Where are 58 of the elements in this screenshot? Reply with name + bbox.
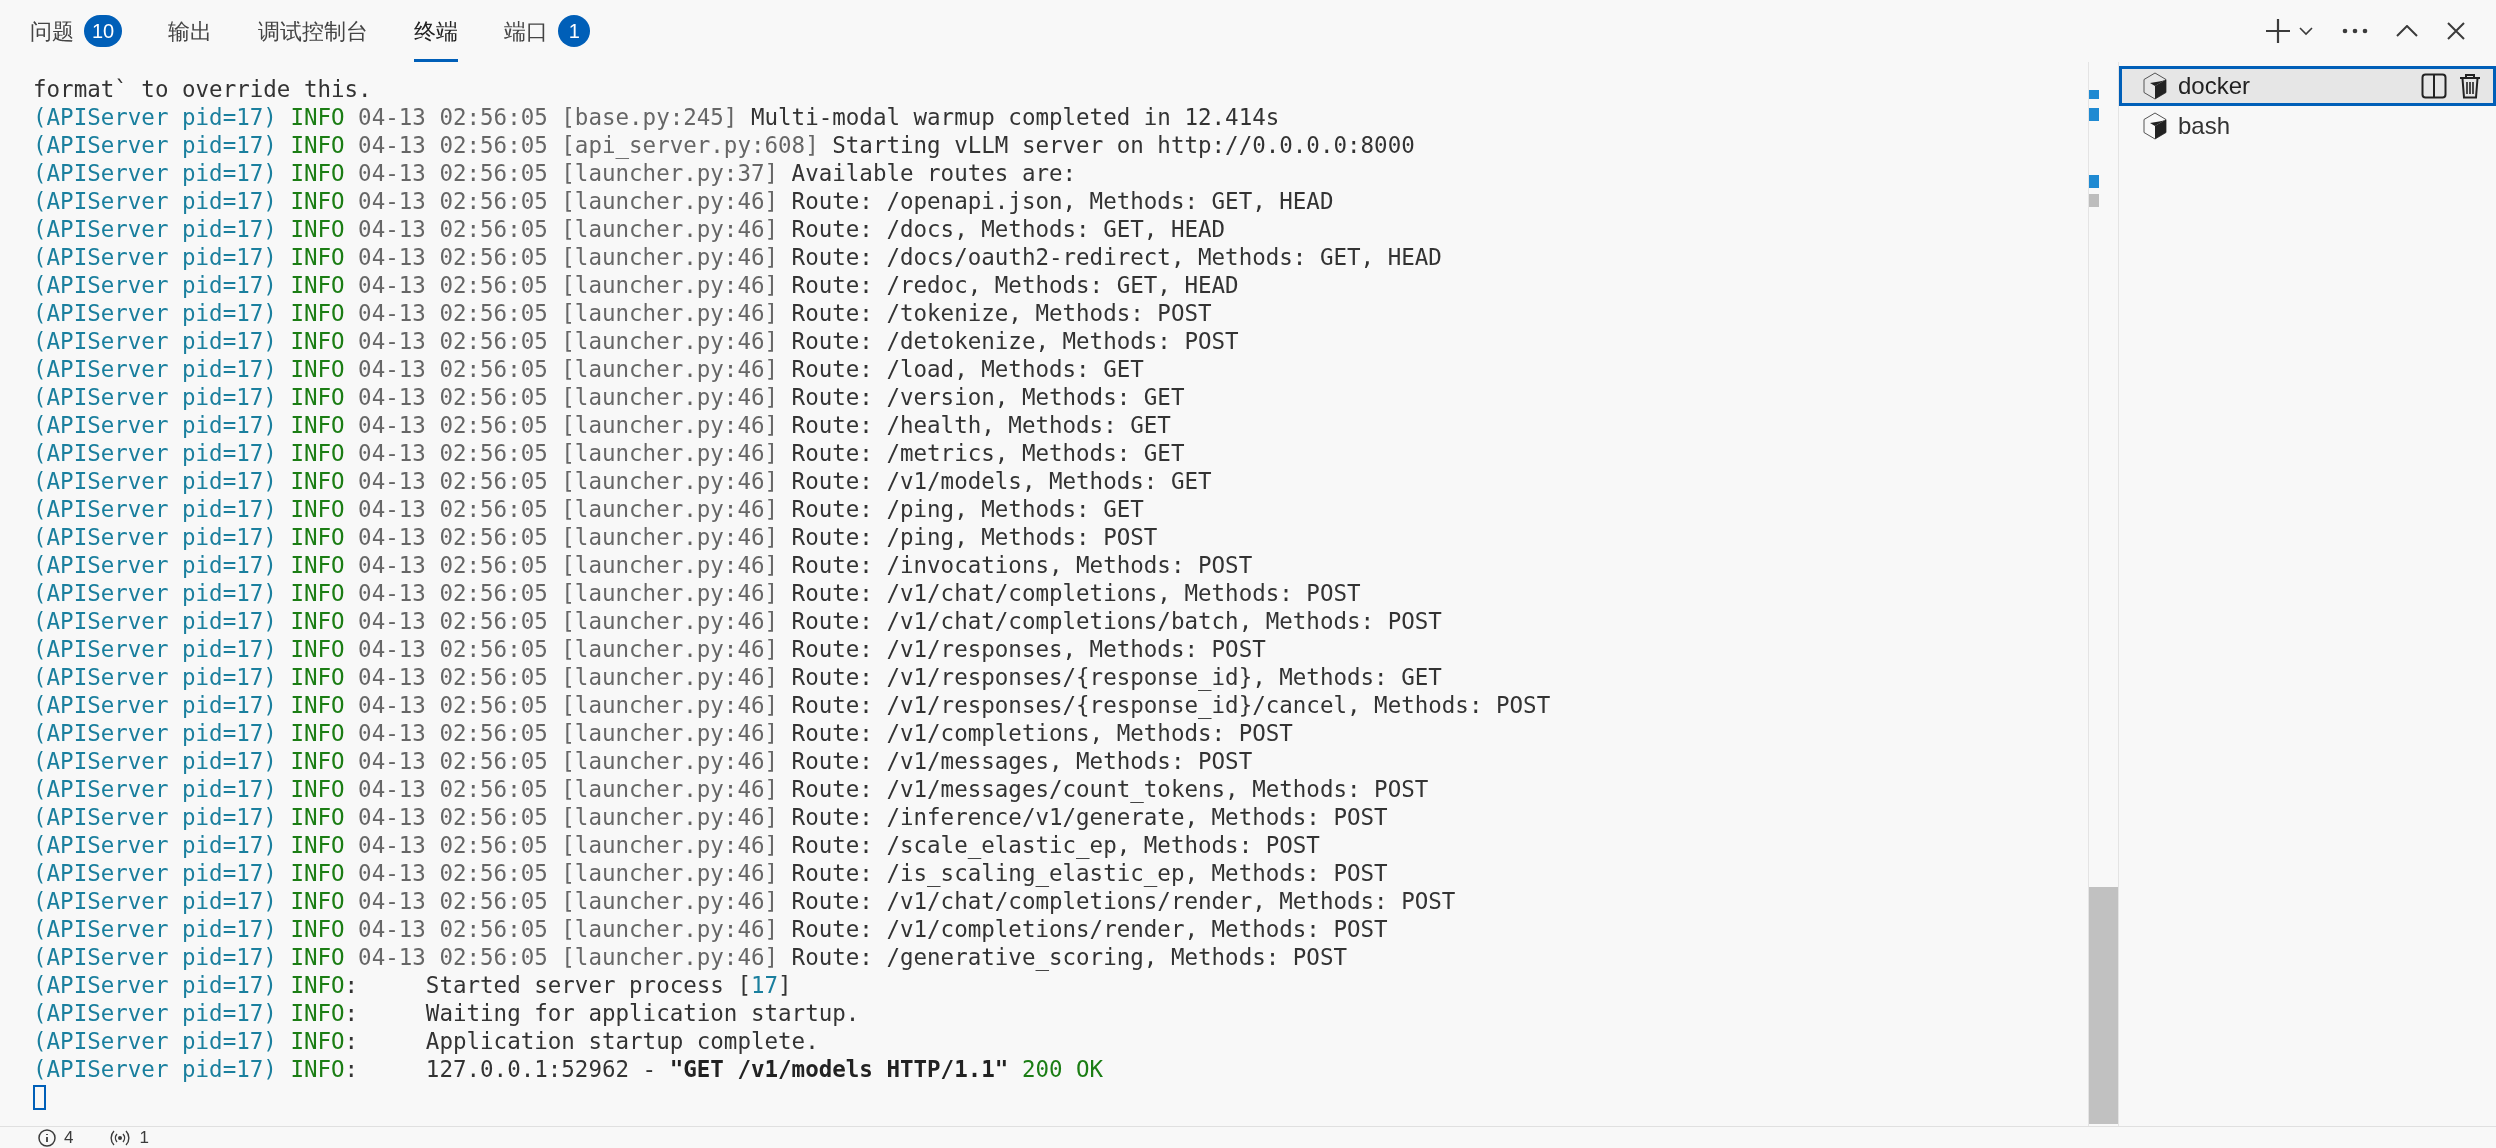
log-line: (APIServer pid=17) INFO 04-13 02:56:05 [launcher.py:46] Route: /load, Methods: GET (33, 356, 1144, 382)
log-line: (APIServer pid=17) INFO 04-13 02:56:05 [launcher.py:46] Route: /ping, Methods: POST (33, 524, 1158, 550)
ports-status-item[interactable]: 1 (109, 1127, 149, 1148)
log-line: (APIServer pid=17) INFO 04-13 02:56:05 [launcher.py:46] Route: /v1/chat/completions/render, Methods: POST (33, 888, 1456, 914)
log-line: (APIServer pid=17) INFO 04-13 02:56:05 [launcher.py:37] Available routes are: (33, 160, 1077, 186)
log-line: (APIServer pid=17) INFO 04-13 02:56:05 [launcher.py:46] Route: /is_scaling_elastic_ep, Methods: POST (33, 860, 1388, 886)
chevron-up-icon[interactable] (2396, 25, 2418, 37)
log-line: (APIServer pid=17) INFO 04-13 02:56:05 [launcher.py:46] Route: /v1/models, Methods: GET (33, 468, 1212, 494)
log-line: (APIServer pid=17) INFO 04-13 02:56:05 [launcher.py:46] Route: /version, Methods: GET (33, 384, 1185, 410)
antenna-icon (109, 1128, 132, 1147)
count-badge: 1 (558, 15, 591, 47)
log-line: (APIServer pid=17) INFO 04-13 02:56:05 [launcher.py:46] Route: /ping, Methods: GET (33, 496, 1144, 522)
terminal-item[interactable]: docker (2119, 66, 2496, 106)
panel-tab[interactable]: 输出 (168, 0, 213, 62)
log-line: (APIServer pid=17) INFO: 127.0.0.1:52962 - "GET /v1/models HTTP/1.1" 200 OK (33, 1056, 1104, 1082)
log-line: (APIServer pid=17) INFO 04-13 02:56:05 [launcher.py:46] Route: /tokenize, Methods: POST (33, 300, 1212, 326)
scrollbar[interactable] (2088, 62, 2118, 1126)
log-line: (APIServer pid=17) INFO 04-13 02:56:05 [launcher.py:46] Route: /invocations, Methods: POST (33, 552, 1253, 578)
split-icon[interactable] (2421, 73, 2447, 99)
log-line: (APIServer pid=17) INFO 04-13 02:56:05 [launcher.py:46] Route: /inference/v1/generate, Methods: POST (33, 804, 1388, 830)
log-line: (APIServer pid=17) INFO 04-13 02:56:05 [launcher.py:46] Route: /v1/responses/{response_id}, Methods: GET (33, 664, 1442, 690)
plus-icon[interactable] (2264, 17, 2292, 45)
log-line: (APIServer pid=17) INFO: Waiting for application startup. (33, 1000, 860, 1026)
panel-tab[interactable]: 端口 (504, 0, 549, 62)
info-icon (38, 1128, 56, 1147)
log-line: (APIServer pid=17) INFO 04-13 02:56:05 [launcher.py:46] Route: /health, Methods: GET (33, 412, 1171, 438)
info-status-item[interactable]: 4 (38, 1127, 74, 1148)
log-line: (APIServer pid=17) INFO 04-13 02:56:05 [launcher.py:46] Route: /generative_scoring, Methods: POST (33, 944, 1347, 970)
log-line: (APIServer pid=17) INFO 04-13 02:56:05 [launcher.py:46] Route: /scale_elastic_ep, Methods: POST (33, 832, 1320, 858)
log-line: (APIServer pid=17) INFO 04-13 02:56:05 [launcher.py:46] Route: /v1/messages/count_tokens, Methods: POST (33, 776, 1429, 802)
log-line: (APIServer pid=17) INFO 04-13 02:56:05 [launcher.py:46] Route: /metrics, Methods: GET (33, 440, 1185, 466)
count-badge: 10 (84, 15, 123, 47)
log-line: (APIServer pid=17) INFO 04-13 02:56:05 [base.py:245] Multi-modal warmup completed in 12.414s (33, 104, 1280, 130)
log-line: (APIServer pid=17) INFO 04-13 02:56:05 [launcher.py:46] Route: /docs/oauth2-redirect, Methods: GET, HEAD (33, 244, 1442, 270)
log-line: (APIServer pid=17) INFO 04-13 02:56:05 [launcher.py:46] Route: /docs, Methods: GET, HEAD (33, 216, 1226, 242)
log-line: format` to override this. (33, 76, 372, 102)
log-line: (APIServer pid=17) INFO 04-13 02:56:05 [launcher.py:46] Route: /v1/responses, Methods: POST (33, 636, 1266, 662)
log-line: (APIServer pid=17) INFO 04-13 02:56:05 [api_server.py:608] Starting vLLM server on http://0.0.0.0:8000 (33, 132, 1415, 158)
panel-tab[interactable]: 终端 (414, 0, 459, 62)
log-line: (APIServer pid=17) INFO 04-13 02:56:05 [launcher.py:46] Route: /v1/chat/completions/batch, Methods: POST (33, 608, 1442, 634)
log-line: (APIServer pid=17) INFO 04-13 02:56:05 [launcher.py:46] Route: /openapi.json, Methods: GET, HEAD (33, 188, 1334, 214)
chevron-down-icon[interactable] (2298, 26, 2314, 36)
log-line: (APIServer pid=17) INFO 04-13 02:56:05 [launcher.py:46] Route: /v1/chat/completions, Methods: POST (33, 580, 1361, 606)
terminal-item[interactable]: bash (2119, 106, 2496, 146)
log-line: (APIServer pid=17) INFO 04-13 02:56:05 [launcher.py:46] Route: /detokenize, Methods: POST (33, 328, 1239, 354)
log-line: (APIServer pid=17) INFO: Started server process [17] (33, 972, 792, 998)
log-line: (APIServer pid=17) INFO 04-13 02:56:05 [launcher.py:46] Route: /v1/responses/{response_id}/cancel, Methods: POST (33, 692, 1551, 718)
more-icon[interactable] (2342, 28, 2368, 34)
close-icon[interactable] (2446, 21, 2466, 41)
panel-tab[interactable]: 问题 (30, 0, 74, 62)
log-line: (APIServer pid=17) INFO 04-13 02:56:05 [launcher.py:46] Route: /v1/completions, Methods: POST (33, 720, 1293, 746)
log-line: (APIServer pid=17) INFO 04-13 02:56:05 [launcher.py:46] Route: /v1/completions/render, Methods: POST (33, 916, 1388, 942)
log-line: (APIServer pid=17) INFO: Application startup complete. (33, 1028, 819, 1054)
log-line: (APIServer pid=17) INFO 04-13 02:56:05 [launcher.py:46] Route: /redoc, Methods: GET, HEAD (33, 272, 1239, 298)
text-cursor (33, 1084, 46, 1110)
trash-icon[interactable] (2459, 73, 2481, 99)
panel-tab[interactable]: 调试控制台 (258, 0, 369, 62)
log-line: (APIServer pid=17) INFO 04-13 02:56:05 [launcher.py:46] Route: /v1/messages, Methods: POST (33, 748, 1253, 774)
